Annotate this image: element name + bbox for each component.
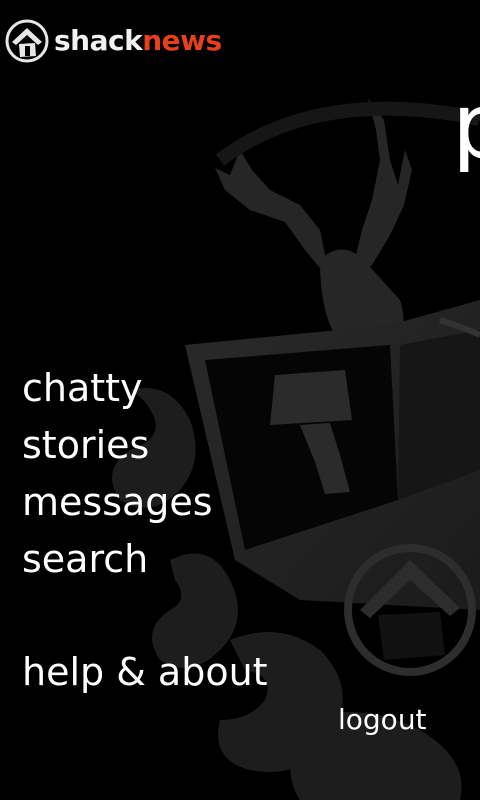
menu-item-help-about[interactable]: help & about [22, 644, 268, 701]
app-header: shacknews [4, 18, 222, 64]
menu-item-search[interactable]: search [22, 531, 268, 588]
panorama-title: p [452, 82, 480, 172]
logout-button[interactable]: logout [338, 700, 427, 740]
main-menu: chatty stories messages search help & ab… [22, 360, 268, 701]
menu-item-messages[interactable]: messages [22, 474, 268, 531]
brand-shack: shack [54, 24, 143, 57]
brand-news: news [142, 24, 222, 57]
menu-item-chatty[interactable]: chatty [22, 360, 268, 417]
shacknews-logo-icon [5, 19, 49, 63]
brand-wordmark: shacknews [54, 27, 222, 55]
menu-item-stories[interactable]: stories [22, 417, 268, 474]
